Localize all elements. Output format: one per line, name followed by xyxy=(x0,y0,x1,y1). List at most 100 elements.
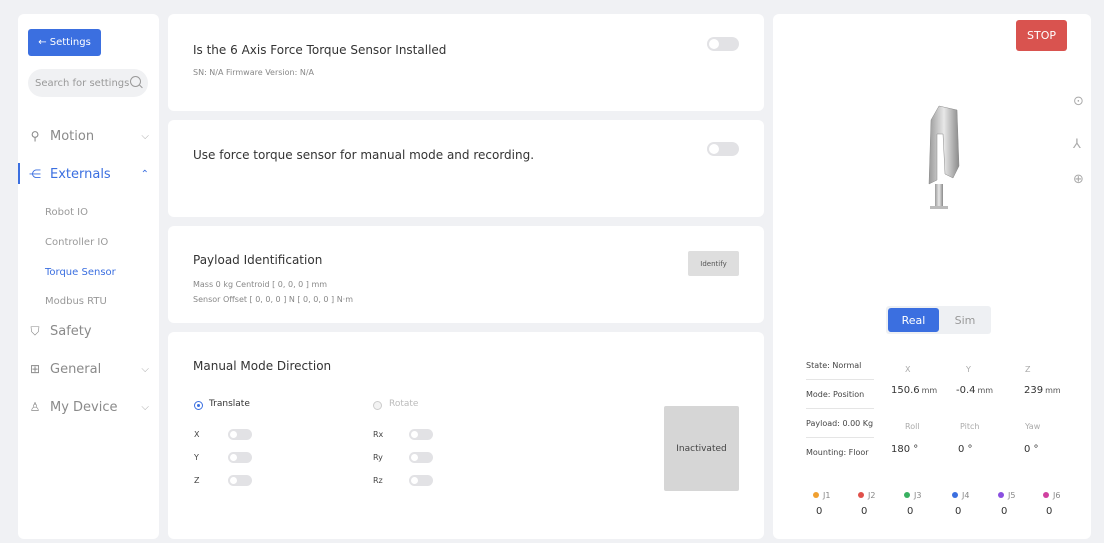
manual-direction-title: Manual Mode Direction xyxy=(193,359,332,373)
search-input[interactable]: Search for settings xyxy=(28,69,148,97)
axis-y-label: Y xyxy=(194,453,199,462)
axis-ry-label: Ry xyxy=(373,453,383,462)
translate-label: Translate xyxy=(209,399,250,409)
nav-externals[interactable]: ⋲ Externals ⌃ xyxy=(28,163,153,185)
nav-my-device-label: My Device xyxy=(50,399,118,415)
joint-1-label: J1 xyxy=(813,491,830,500)
inactivated-status[interactable]: Inactivated xyxy=(664,406,739,491)
coord-y-value: -0.4 mm xyxy=(956,385,994,396)
robot-view-panel: STOP ⊙ ⅄ ⊕ Real Sim State: Normal Mode: … xyxy=(773,14,1091,539)
location-icon[interactable]: ⊙ xyxy=(1073,94,1084,109)
coord-x-label: X xyxy=(905,365,911,374)
rotate-label: Rotate xyxy=(389,399,419,409)
joint-6-value: 0 xyxy=(1046,506,1053,517)
joint-1-value: 0 xyxy=(816,506,823,517)
coord-z-value: 239 mm xyxy=(1024,385,1061,396)
payload-title: Payload Identification xyxy=(193,253,323,267)
manual-direction-card: Manual Mode Direction Translate Rotate X… xyxy=(168,332,764,539)
joint-2-label: J2 xyxy=(858,491,875,500)
axes-icon[interactable]: ⅄ xyxy=(1073,137,1081,152)
sensor-info: SN: N/A Firmware Version: N/A xyxy=(193,68,315,77)
manual-mode-card: Use force torque sensor for manual mode … xyxy=(168,120,764,217)
sensor-installed-card: Is the 6 Axis Force Torque Sensor Instal… xyxy=(168,14,764,111)
coord-roll-label: Roll xyxy=(905,422,920,431)
joint-4-name: J4 xyxy=(962,491,970,500)
joint-3-label: J3 xyxy=(904,491,921,500)
axis-y-toggle[interactable] xyxy=(228,452,252,463)
joint-6-label: J6 xyxy=(1043,491,1060,500)
nav-safety[interactable]: ⛉ Safety xyxy=(28,320,153,342)
joint-4-value: 0 xyxy=(955,506,962,517)
rotate-radio[interactable] xyxy=(373,401,382,410)
sim-mode-button[interactable]: Sim xyxy=(941,308,989,332)
payload-card: Payload Identification Mass 0 kg Centroi… xyxy=(168,226,764,323)
stop-button[interactable]: STOP xyxy=(1016,20,1067,51)
joint-3-value: 0 xyxy=(907,506,914,517)
sensor-installed-title: Is the 6 Axis Force Torque Sensor Instal… xyxy=(193,43,447,57)
translate-radio[interactable] xyxy=(194,401,203,410)
coord-roll-value: 180 ° xyxy=(891,444,919,455)
nav-my-device[interactable]: ♙ My Device ⌵ xyxy=(28,396,153,418)
sub-item-torque-sensor[interactable]: Torque Sensor xyxy=(45,267,116,278)
axis-rx-toggle[interactable] xyxy=(409,429,433,440)
joint-5-value: 0 xyxy=(1001,506,1008,517)
chevron-up-icon: ⌃ xyxy=(140,168,149,180)
back-to-settings-button[interactable]: ← Settings xyxy=(28,29,101,56)
search-placeholder: Search for settings xyxy=(35,77,130,89)
nav-general-label: General xyxy=(50,361,102,377)
payload-sensor-offset: Sensor Offset [ 0, 0, 0 ] N [ 0, 0, 0 ] … xyxy=(193,295,354,304)
sub-item-modbus-rtu[interactable]: Modbus RTU xyxy=(45,296,107,307)
axis-ry-toggle[interactable] xyxy=(409,452,433,463)
joint-4-label: J4 xyxy=(952,491,969,500)
sensor-installed-toggle[interactable] xyxy=(707,37,739,51)
joint-3-name: J3 xyxy=(914,491,922,500)
manual-mode-title: Use force torque sensor for manual mode … xyxy=(193,148,535,162)
joint-2-value: 0 xyxy=(861,506,868,517)
coord-y-label: Y xyxy=(966,365,971,374)
joint-2-color-dot xyxy=(858,492,864,498)
nav-motion-label: Motion xyxy=(50,128,95,144)
joint-3-color-dot xyxy=(904,492,910,498)
robot-payload: Payload: 0.00 Kg xyxy=(806,419,874,428)
payload-mass-centroid: Mass 0 kg Centroid [ 0, 0, 0 ] mm xyxy=(193,280,328,289)
identify-button[interactable]: Identify xyxy=(688,251,739,276)
robot-state: State: Normal xyxy=(806,361,862,370)
shield-icon: ⛉ xyxy=(30,323,40,338)
divider xyxy=(806,379,874,380)
real-mode-button[interactable]: Real xyxy=(888,308,939,332)
joint-6-name: J6 xyxy=(1053,491,1061,500)
axis-z-toggle[interactable] xyxy=(228,475,252,486)
search-icon xyxy=(130,76,141,87)
sub-item-controller-io[interactable]: Controller IO xyxy=(45,237,108,248)
joint-2-name: J2 xyxy=(868,491,876,500)
nav-externals-label: Externals xyxy=(50,166,111,182)
nav-general[interactable]: ⊞ General ⌵ xyxy=(28,358,153,380)
joint-5-color-dot xyxy=(998,492,1004,498)
robot-arm-3d-view[interactable] xyxy=(923,104,968,214)
joint-5-name: J5 xyxy=(1008,491,1016,500)
crosshair-icon[interactable]: ⊕ xyxy=(1073,172,1084,187)
user-icon: ♙ xyxy=(29,400,41,414)
coord-yaw-value: 0 ° xyxy=(1024,444,1039,455)
nav-motion[interactable]: ⚲ Motion ⌵ xyxy=(28,125,153,147)
nav-safety-label: Safety xyxy=(50,323,92,339)
sub-item-robot-io[interactable]: Robot IO xyxy=(45,207,88,218)
joint-6-color-dot xyxy=(1043,492,1049,498)
externals-icon: ⋲ xyxy=(29,167,41,181)
axis-rx-label: Rx xyxy=(373,430,384,439)
joint-5-label: J5 xyxy=(998,491,1015,500)
axis-rz-toggle[interactable] xyxy=(409,475,433,486)
coord-x-value: 150.6 mm xyxy=(891,385,938,396)
coord-z-label: Z xyxy=(1025,365,1031,374)
mode-switch: Real Sim xyxy=(886,306,991,334)
chevron-down-icon: ⌵ xyxy=(141,363,149,375)
joint-4-color-dot xyxy=(952,492,958,498)
joint-1-name: J1 xyxy=(823,491,831,500)
grid-icon: ⊞ xyxy=(29,362,41,376)
joint-1-color-dot xyxy=(813,492,819,498)
coord-pitch-label: Pitch xyxy=(960,422,980,431)
manual-mode-toggle[interactable] xyxy=(707,142,739,156)
axis-x-toggle[interactable] xyxy=(228,429,252,440)
coord-pitch-value: 0 ° xyxy=(958,444,973,455)
robot-mounting: Mounting: Floor xyxy=(806,448,869,457)
